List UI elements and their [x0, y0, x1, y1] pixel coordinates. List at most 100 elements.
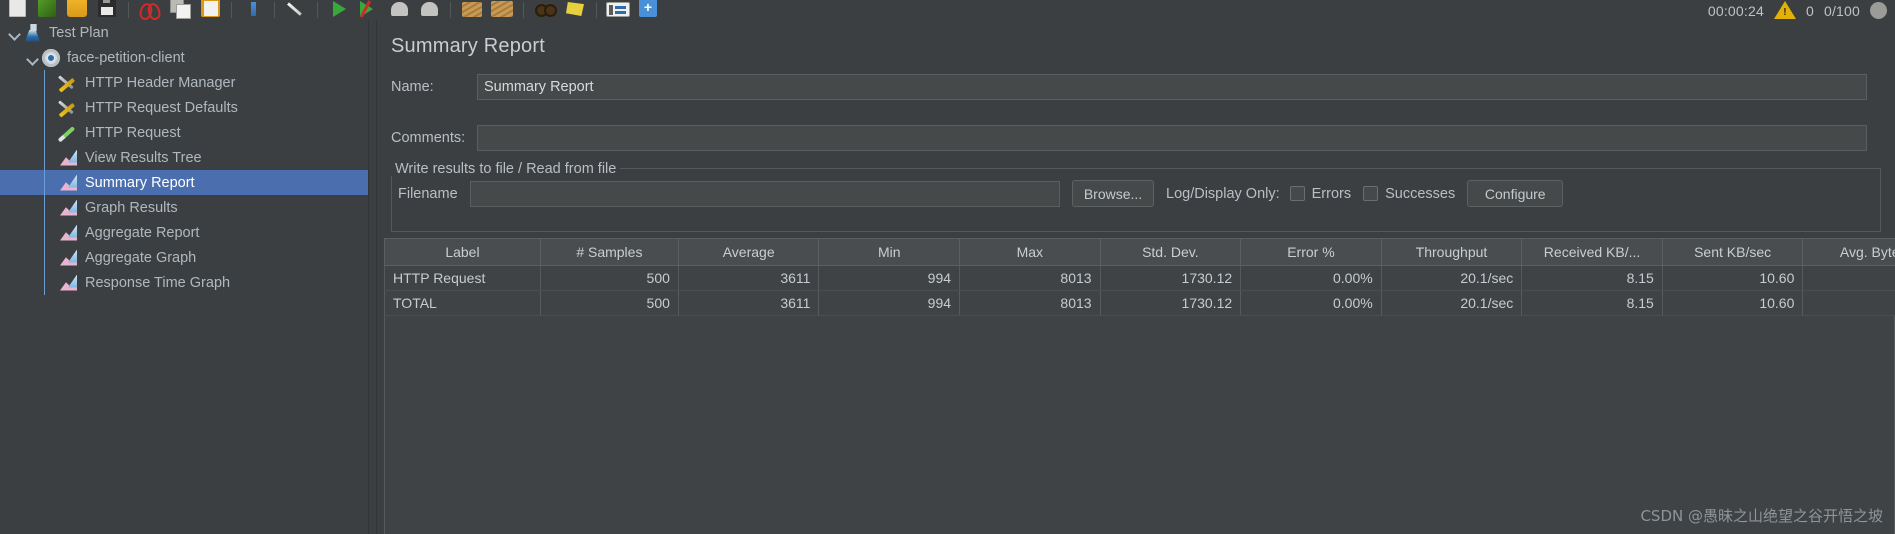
elapsed-time: 00:00:24 — [1707, 3, 1764, 19]
thread-group-icon — [40, 48, 62, 68]
tree-node-label: Summary Report — [85, 174, 195, 191]
new-button[interactable] — [2, 0, 32, 20]
tree-node-http-request[interactable]: HTTP Request — [0, 120, 368, 145]
table-cell-sent-kb: 10.60 — [1661, 265, 1804, 291]
log-display-only-label: Log/Display Only: — [1166, 185, 1280, 202]
shutdown-button[interactable] — [414, 0, 444, 20]
warning-triangle-icon[interactable] — [1773, 1, 1796, 20]
table-body: HTTP Request 500 3611 994 8013 1730.12 0.00% 20… — [384, 265, 1895, 316]
table-cell-label: HTTP Request — [384, 265, 541, 291]
toolbar-status: 00:00:24 0 0/100 — [1708, 0, 1895, 20]
open-button[interactable] — [62, 0, 92, 20]
tree-node-response-time-graph[interactable]: Response Time Graph — [0, 270, 368, 295]
paste-button[interactable] — [195, 0, 225, 20]
tree-node-graph-results[interactable]: Graph Results — [0, 195, 368, 220]
stop-icon — [390, 2, 408, 16]
configure-button[interactable]: Configure — [1467, 180, 1564, 207]
test-plan-tree[interactable]: Test Plan face-petition-client HTTP Header… — [0, 20, 368, 534]
tree-node-aggregate-report[interactable]: Aggregate Report — [0, 220, 368, 245]
tree-node-label: face-petition-client — [67, 49, 185, 66]
start-button[interactable] — [324, 0, 354, 20]
tree-node-aggregate-graph[interactable]: Aggregate Graph — [0, 245, 368, 270]
table-column-header[interactable]: Min — [818, 238, 961, 266]
table-column-header[interactable]: Std. Dev. — [1099, 238, 1242, 266]
comments-input[interactable] — [477, 125, 1867, 151]
table-cell-min: 994 — [818, 290, 961, 316]
table-cell-stddev: 1730.12 — [1099, 265, 1242, 291]
toolbar-separator — [231, 2, 232, 18]
table-column-header[interactable]: # Samples — [539, 238, 679, 266]
watermark-text: CSDN @愚昧之山绝望之谷开悟之坡 — [1640, 507, 1883, 525]
errors-checkbox[interactable] — [1289, 186, 1305, 201]
toolbar-separator — [274, 2, 275, 18]
clear-icon — [462, 1, 482, 17]
tree-node-view-results-tree[interactable]: View Results Tree — [0, 145, 368, 170]
stop-button[interactable] — [384, 0, 414, 20]
name-row: Name: Summary Report — [391, 74, 1881, 100]
table-column-header[interactable]: Avg. Bytes — [1802, 238, 1895, 266]
config-icon — [58, 98, 80, 118]
name-input[interactable]: Summary Report — [477, 74, 1867, 100]
templates-button[interactable] — [32, 0, 62, 20]
tree-node-http-header-manager[interactable]: HTTP Header Manager — [0, 70, 368, 95]
tree-node-label: Aggregate Graph — [85, 249, 197, 266]
tree-node-face-petition-client[interactable]: face-petition-client — [0, 45, 368, 70]
table-cell-error-pct: 0.00% — [1240, 265, 1382, 291]
open-icon — [67, 0, 87, 17]
start-icon — [332, 0, 346, 17]
pane-divider[interactable] — [368, 20, 743, 534]
tree-node-http-request-defaults[interactable]: HTTP Request Defaults — [0, 95, 368, 120]
help-icon — [639, 0, 657, 17]
chevron-down-icon[interactable] — [26, 51, 40, 65]
copy-icon — [170, 0, 191, 19]
table-cell-average: 3611 — [677, 265, 820, 291]
page-title: Summary Report — [391, 35, 545, 57]
copy-button[interactable] — [165, 0, 195, 20]
toolbar-separator — [523, 2, 524, 18]
table-cell-stddev: 1730.12 — [1099, 290, 1242, 316]
summary-table-container[interactable]: Label # Samples Average Min Max Std. Dev. Erro… — [384, 238, 1895, 534]
table-column-header[interactable]: Throughput — [1380, 238, 1523, 266]
reset-search-button[interactable] — [560, 0, 590, 20]
table-column-header[interactable]: Average — [677, 238, 820, 266]
table-header-row[interactable]: Label # Samples Average Min Max Std. Dev. Erro… — [384, 238, 1895, 266]
table-cell-average: 3611 — [677, 290, 820, 316]
table-cell-throughput: 20.1/sec — [1380, 290, 1523, 316]
search-button[interactable] — [530, 0, 560, 20]
table-column-header[interactable]: Received KB/... — [1521, 238, 1663, 266]
error-count: 0 — [1805, 3, 1814, 19]
clear-button[interactable] — [457, 0, 487, 20]
table-column-header[interactable]: Sent KB/sec — [1661, 238, 1804, 266]
browse-button[interactable]: Browse... — [1072, 180, 1154, 207]
table-column-header[interactable]: Max — [959, 238, 1101, 266]
start-no-pauses-button[interactable] — [354, 0, 384, 20]
filename-label: Filename — [398, 185, 458, 202]
chevron-down-icon[interactable] — [8, 26, 22, 40]
table-column-header[interactable]: Error % — [1240, 238, 1382, 266]
help-button[interactable] — [633, 0, 663, 20]
expand-button[interactable] — [238, 0, 268, 20]
clear-all-button[interactable] — [487, 0, 517, 20]
test-plan-icon — [22, 23, 44, 43]
listener-icon — [58, 248, 80, 268]
write-results-legend: Write results to file / Read from file — [391, 162, 621, 176]
paste-icon — [200, 0, 220, 17]
filename-input[interactable] — [470, 180, 1060, 207]
successes-checkbox[interactable] — [1363, 186, 1379, 201]
tree-node-label: Test Plan — [49, 24, 109, 41]
clock-icon — [1870, 2, 1887, 19]
table-row[interactable]: TOTAL 500 3611 994 8013 1730.12 0.00% 20.1/sec 8… — [384, 290, 1895, 316]
function-helper-button[interactable] — [603, 0, 633, 20]
save-button[interactable] — [92, 0, 122, 20]
cut-button[interactable] — [135, 0, 165, 20]
comments-label: Comments: — [391, 130, 466, 146]
tree-node-test-plan[interactable]: Test Plan — [0, 20, 368, 45]
table-column-header[interactable]: Label — [384, 238, 541, 266]
table-row[interactable]: HTTP Request 500 3611 994 8013 1730.12 0.00% 20… — [384, 265, 1895, 291]
toggle-button[interactable] — [281, 0, 311, 20]
filename-row: Filename Browse... Log/Display Only: Err… — [398, 180, 1564, 207]
table-cell-received-kb: 8.15 — [1521, 265, 1663, 291]
tree-node-summary-report[interactable]: Summary Report — [0, 170, 368, 195]
